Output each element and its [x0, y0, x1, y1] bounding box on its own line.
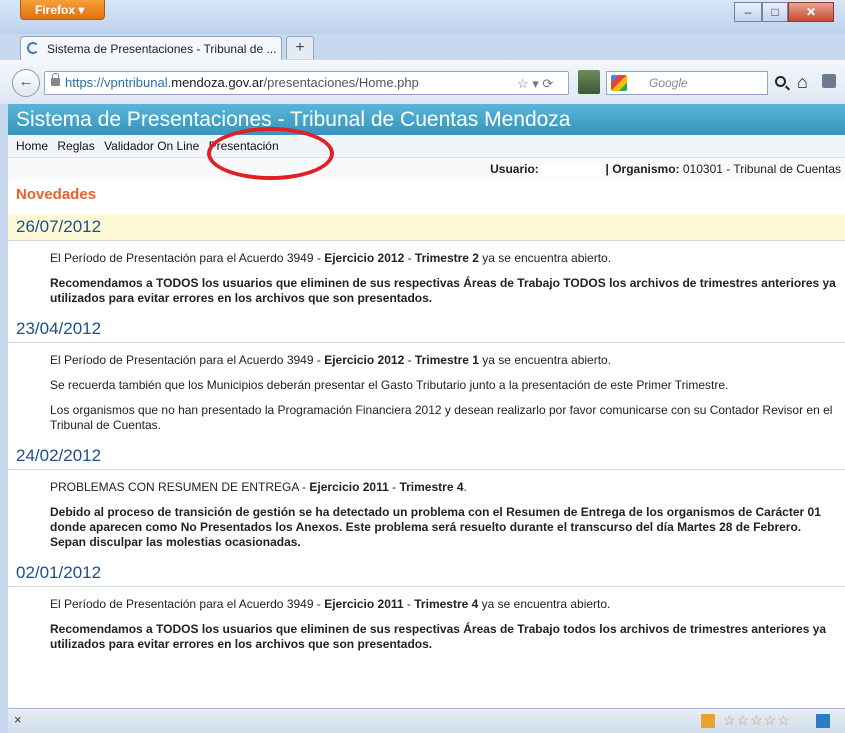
- bookmark-star-icon[interactable]: ☆ ▾ ⟳: [517, 73, 553, 95]
- lock-icon: [51, 73, 60, 86]
- maximize-button[interactable]: □: [762, 2, 788, 22]
- window-frame: [0, 104, 8, 732]
- menu-reglas[interactable]: Reglas: [57, 139, 94, 153]
- close-statusbar-icon[interactable]: ×: [14, 709, 22, 731]
- url-prefix: https://vpntribunal.: [65, 75, 172, 90]
- menu-validador[interactable]: Validador On Line: [104, 139, 199, 153]
- url-bar[interactable]: https://vpntribunal.mendoza.gov.ar/prese…: [44, 71, 569, 95]
- menu-presentacion[interactable]: Presentación: [209, 139, 279, 153]
- news-date: 26/07/2012: [8, 214, 845, 241]
- site-menu: Home Reglas Validador On Line Presentaci…: [8, 135, 845, 158]
- novedades-heading: Novedades: [16, 186, 97, 203]
- navigation-toolbar: ← https://vpntribunal.mendoza.gov.ar/pre…: [0, 60, 845, 105]
- firefox-menu-button[interactable]: Firefox ▾: [20, 0, 105, 20]
- news-item: 02/01/2012 El Período de Presentación pa…: [8, 560, 845, 652]
- search-icon[interactable]: [775, 76, 786, 87]
- addon-status-icon[interactable]: [701, 714, 715, 728]
- back-button[interactable]: ←: [12, 69, 40, 97]
- news-date: 24/02/2012: [8, 443, 845, 470]
- rating-stars-icon[interactable]: ☆☆☆☆☆: [723, 709, 791, 731]
- url-host: mendoza.gov.ar: [171, 75, 264, 90]
- new-tab-button[interactable]: +: [286, 36, 314, 59]
- news-paragraph: Recomendamos a TODOS los usuarios que el…: [50, 622, 827, 651]
- news-paragraph: El Período de Presentación para el Acuer…: [50, 251, 612, 265]
- news-item: 23/04/2012 El Período de Presentación pa…: [8, 316, 845, 433]
- site-banner: Sistema de Presentaciones - Tribunal de …: [8, 104, 845, 135]
- user-redacted: [542, 163, 603, 176]
- close-window-button[interactable]: ✕: [788, 2, 834, 22]
- news-paragraph: El Período de Presentación para el Acuer…: [50, 353, 612, 367]
- user-info: Usuario: | Organismo: 010301 - Tribunal …: [8, 158, 845, 180]
- org-label: | Organismo:: [605, 162, 680, 176]
- firefox-menu-label: Firefox: [35, 3, 76, 17]
- tab-title: Sistema de Presentaciones - Tribunal de …: [47, 42, 277, 56]
- news-paragraph: Debido al proceso de transición de gesti…: [50, 505, 821, 549]
- org-value: 010301 - Tribunal de Cuentas: [679, 162, 841, 176]
- page-loading-icon: [27, 42, 39, 54]
- window-titlebar: Firefox ▾ – □ ✕ Sistema de Presentacione…: [0, 0, 845, 60]
- search-placeholder: Google: [649, 76, 688, 90]
- home-icon[interactable]: ⌂: [797, 72, 808, 93]
- news-date: 02/01/2012: [8, 560, 845, 587]
- user-label: Usuario:: [490, 162, 539, 176]
- news-item: 26/07/2012 El Período de Presentación pa…: [8, 214, 845, 306]
- news-paragraph: El Período de Presentación para el Acuer…: [50, 597, 611, 611]
- extension-icon[interactable]: [816, 714, 830, 728]
- web-page: Sistema de Presentaciones - Tribunal de …: [8, 104, 845, 708]
- tab-sistema-presentaciones[interactable]: Sistema de Presentaciones - Tribunal de …: [20, 36, 282, 60]
- news-paragraph: Se recuerda también que los Municipios d…: [50, 378, 729, 392]
- menu-home[interactable]: Home: [16, 139, 48, 153]
- news-paragraph: PROBLEMAS CON RESUMEN DE ENTREGA - Ejerc…: [50, 480, 467, 494]
- news-paragraph: Recomendamos a TODOS los usuarios que el…: [50, 276, 836, 305]
- status-bar: × ☆☆☆☆☆: [8, 708, 845, 733]
- google-icon: [611, 75, 627, 91]
- news-item: 24/02/2012 PROBLEMAS CON RESUMEN DE ENTR…: [8, 443, 845, 550]
- bookmarks-icon[interactable]: [822, 74, 836, 88]
- search-input[interactable]: Google: [606, 71, 768, 95]
- minimize-button[interactable]: –: [734, 2, 762, 22]
- news-paragraph: Los organismos que no han presentado la …: [50, 403, 833, 432]
- addon-icon[interactable]: [578, 70, 600, 94]
- news-date: 23/04/2012: [8, 316, 845, 343]
- url-path: /presentaciones/Home.php: [263, 75, 419, 90]
